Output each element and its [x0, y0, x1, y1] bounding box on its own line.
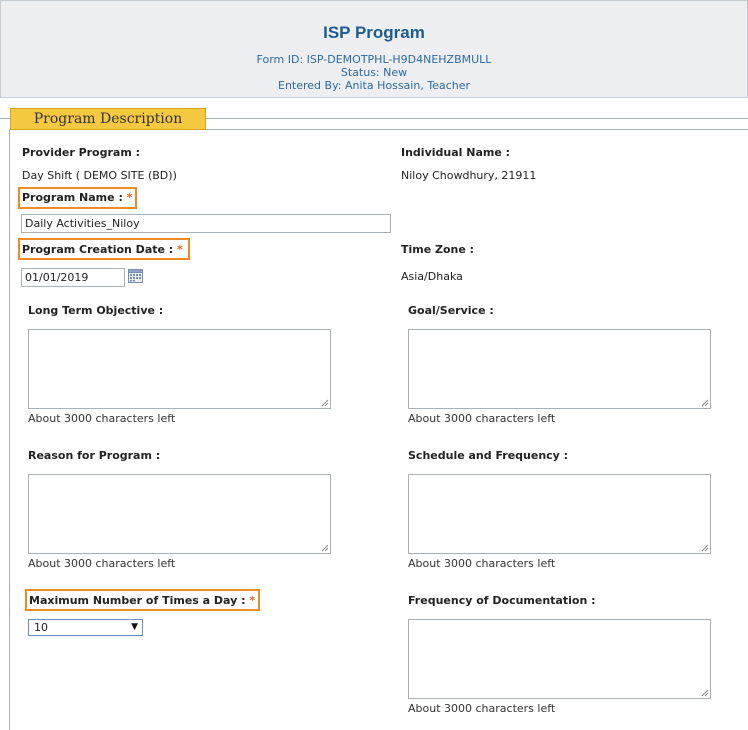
long-term-objective-label: Long Term Objective :: [28, 304, 164, 317]
time-zone-label: Time Zone :: [401, 243, 475, 256]
individual-name-value: Niloy Chowdhury, 21911: [401, 169, 537, 182]
provider-program-value: Day Shift ( DEMO SITE (BD)): [22, 169, 177, 182]
long-term-objective-textarea[interactable]: [28, 329, 331, 409]
required-mark: *: [126, 191, 133, 204]
resize-grip-icon[interactable]: [321, 544, 329, 552]
max-times-day-select[interactable]: 10 ▼: [28, 619, 143, 636]
schedule-frequency-textarea[interactable]: [408, 474, 711, 554]
individual-name-label: Individual Name :: [401, 146, 511, 159]
max-times-day-selected-value: 10: [34, 621, 48, 634]
frequency-documentation-label: Frequency of Documentation :: [408, 594, 596, 607]
section-tab-program-description: Program Description: [10, 108, 206, 130]
reason-for-program-textarea[interactable]: [28, 474, 331, 554]
max-times-day-label: Maximum Number of Times a Day : *: [29, 594, 255, 607]
frequency-documentation-char-count: About 3000 characters left: [408, 702, 556, 715]
status-text: Status: New: [340, 66, 408, 79]
program-creation-date-label-text: Program Creation Date :: [22, 243, 174, 256]
resize-grip-icon[interactable]: [701, 689, 709, 697]
entered-by: Entered By: Anita Hossain, Teacher: [278, 79, 470, 92]
goal-service-textarea[interactable]: [408, 329, 711, 409]
schedule-frequency-label: Schedule and Frequency :: [408, 449, 569, 462]
program-name-input[interactable]: Daily Activities_Niloy: [21, 214, 391, 233]
dropdown-arrow-icon[interactable]: ▼: [131, 620, 138, 635]
program-creation-date-input[interactable]: 01/01/2019: [21, 268, 125, 287]
time-zone-value: Asia/Dhaka: [401, 270, 463, 283]
resize-grip-icon[interactable]: [321, 399, 329, 407]
calendar-icon[interactable]: [128, 269, 143, 283]
required-mark: *: [249, 594, 256, 607]
long-term-objective-char-count: About 3000 characters left: [28, 412, 176, 425]
form-id: Form ID: ISP-DEMOTPHL-H9D4NEHZBMULL: [256, 53, 492, 66]
max-times-day-label-text: Maximum Number of Times a Day :: [29, 594, 246, 607]
program-creation-date-label: Program Creation Date : *: [22, 243, 183, 256]
program-name-label-text: Program Name :: [22, 191, 123, 204]
goal-service-char-count: About 3000 characters left: [408, 412, 556, 425]
reason-for-program-label: Reason for Program :: [28, 449, 161, 462]
page-title: ISP Program: [323, 23, 425, 42]
goal-service-label: Goal/Service :: [408, 304, 494, 317]
provider-program-label: Provider Program :: [22, 146, 141, 159]
resize-grip-icon[interactable]: [701, 544, 709, 552]
resize-grip-icon[interactable]: [701, 399, 709, 407]
required-mark: *: [177, 243, 183, 256]
reason-for-program-char-count: About 3000 characters left: [28, 557, 176, 570]
schedule-frequency-char-count: About 3000 characters left: [408, 557, 556, 570]
frequency-documentation-textarea[interactable]: [408, 619, 711, 699]
program-name-label: Program Name : *: [22, 191, 132, 204]
page-header: ISP Program Form ID: ISP-DEMOTPHL-H9D4NE…: [0, 0, 748, 98]
